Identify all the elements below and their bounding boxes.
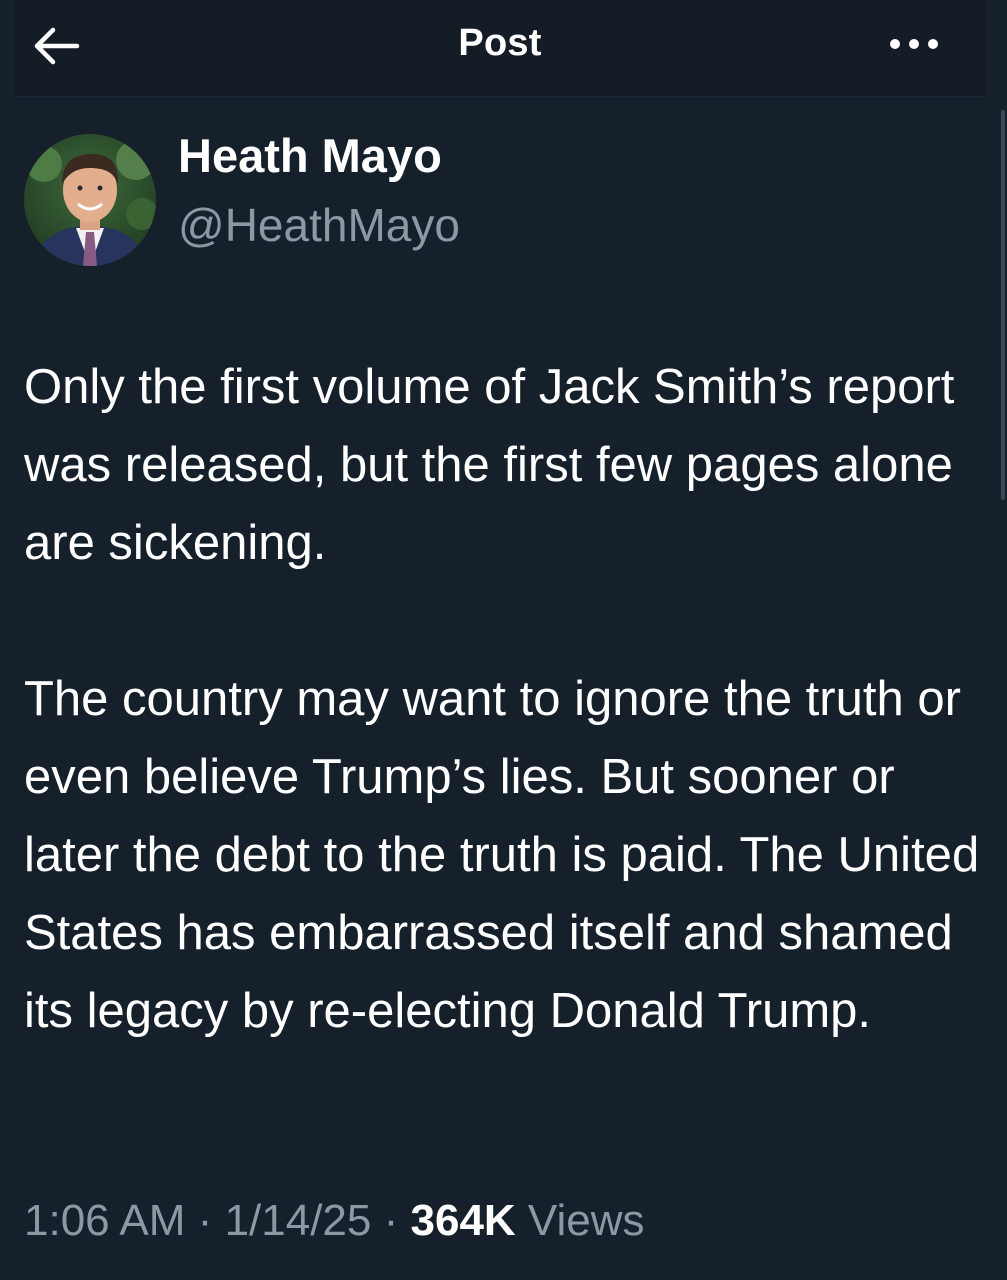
more-horizontal-icon — [888, 37, 940, 56]
scrollbar[interactable] — [1001, 110, 1005, 500]
views-label: Views — [527, 1196, 645, 1245]
post-paragraph: Only the first volume of Jack Smith’s re… — [24, 360, 955, 570]
post-time[interactable]: 1:06 AM — [24, 1196, 185, 1245]
post-screen: Post Heath Mayo @HeathMayo Only the firs… — [0, 0, 1007, 1280]
meta-separator: · — [197, 1196, 213, 1245]
top-bar: Post — [14, 0, 986, 97]
author-handle[interactable]: @HeathMayo — [178, 198, 460, 252]
post-date[interactable]: 1/14/25 — [225, 1196, 372, 1245]
post-paragraph: The country may want to ignore the truth… — [24, 672, 980, 1038]
page-title: Post — [458, 22, 542, 64]
meta-separator: · — [383, 1196, 399, 1245]
more-options-button[interactable] — [882, 26, 946, 66]
avatar[interactable] — [24, 134, 156, 266]
post-meta: 1:06 AM · 1/14/25 · 364K Views — [24, 1196, 645, 1246]
post-text: Only the first volume of Jack Smith’s re… — [24, 348, 984, 1050]
views-count: 364K — [410, 1196, 516, 1245]
author-display-name[interactable]: Heath Mayo — [178, 128, 442, 183]
